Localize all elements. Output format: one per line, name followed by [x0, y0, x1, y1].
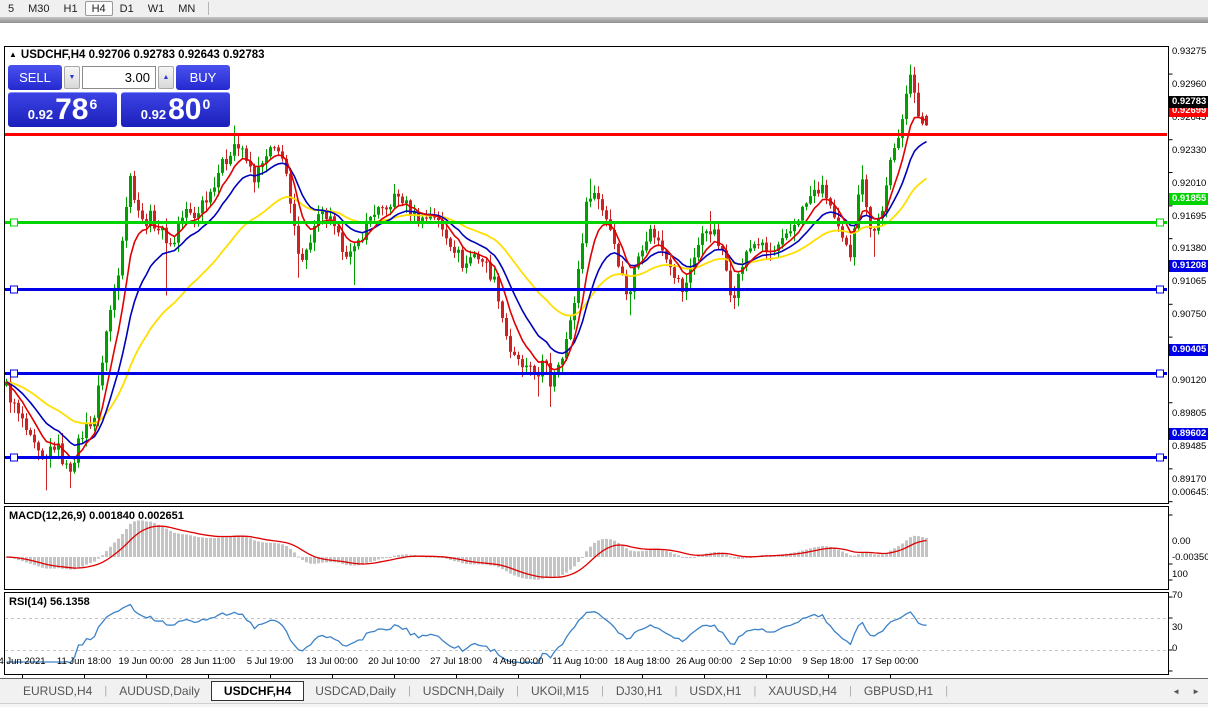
chevron-up-icon: ▲	[162, 74, 170, 81]
tab-separator: |	[407, 685, 411, 697]
buy-button[interactable]: BUY	[176, 65, 230, 90]
sell-price-main: 78	[55, 93, 89, 126]
volume-input[interactable]: 3.00	[82, 66, 156, 89]
tab-separator: |	[848, 685, 852, 697]
tab-separator: |	[601, 685, 604, 697]
tab-eurusd-h4[interactable]: EURUSD,H4	[12, 681, 103, 701]
chevron-down-icon: ▼	[68, 74, 76, 81]
time-axis-label: 28 Jun 11:00	[180, 656, 236, 667]
macd-indicator-label: MACD(12,26,9) 0.001840 0.002651	[9, 510, 184, 522]
chart-title: ▲ USDCHF,H4 0.92706 0.92783 0.92643 0.927…	[9, 49, 265, 61]
toolbar-separator	[208, 2, 210, 15]
chart-title-text: USDCHF,H4 0.92706 0.92783 0.92643 0.9278…	[20, 49, 265, 61]
window-expand-icon: ▲	[9, 50, 17, 59]
price-tick-label: 0.91065	[1172, 276, 1207, 288]
sell-price-display[interactable]: 0.92 78 6	[8, 92, 117, 127]
chart-tabs-bar: EURUSD,H4 | AUDUSD,Daily USDCHF,H4 USDCAD,Da…	[0, 678, 1208, 703]
status-strip	[0, 703, 1208, 707]
tf-button-w1[interactable]: W1	[141, 1, 172, 16]
time-axis-label: 11 Aug 10:00	[552, 656, 608, 667]
time-axis-label: 18 Aug 18:00	[614, 656, 670, 667]
price-tick-label: 0.90750	[1172, 309, 1207, 321]
buy-price-main: 80	[168, 93, 202, 126]
macd-tick-label: -0.003507	[1172, 552, 1208, 563]
tab-separator: |	[674, 685, 678, 697]
one-click-trading-panel: SELL ▼ 3.00 ▲ BUY 0.92 78 6 0.92 80 0	[8, 65, 230, 127]
price-level-box: 0.89602	[1169, 427, 1208, 440]
time-axis-label: 5 Jul 19:00	[246, 656, 294, 667]
time-axis-label: 27 Jul 18:00	[430, 656, 482, 667]
rsi-indicator-label: RSI(14) 56.1358	[9, 596, 90, 608]
time-axis-label: 17 Sep 00:00	[861, 656, 919, 667]
tabs-scroll-right-icon[interactable]: ►	[1192, 687, 1200, 696]
price-level-box: 0.91855	[1169, 193, 1208, 205]
tab-audusd-daily[interactable]: AUDUSD,Daily	[108, 681, 211, 701]
tf-button-h1[interactable]: H1	[57, 1, 85, 16]
tab-usdx-h1[interactable]: USDX,H1	[678, 681, 752, 701]
chart-area[interactable]: ▲ USDCHF,H4 0.92706 0.92783 0.92643 0.927…	[0, 23, 1208, 679]
price-tick-label: 0.89485	[1172, 440, 1207, 452]
sell-button[interactable]: SELL	[8, 65, 62, 90]
tab-xauusd-h4[interactable]: XAUUSD,H4	[757, 681, 848, 701]
price-tick-label: 0.89170	[1172, 473, 1207, 485]
price-level-box: 0.92783	[1169, 96, 1208, 109]
tab-gbpusd-h1[interactable]: GBPUSD,H1	[853, 681, 944, 701]
time-axis-label: 11 Jun 18:00	[56, 656, 112, 667]
tabs-scroll-left-icon[interactable]: ◄	[1172, 687, 1180, 696]
price-level-box: 0.90405	[1169, 344, 1208, 357]
tf-button-m30[interactable]: M30	[21, 1, 56, 16]
tab-dj30-h1[interactable]: DJ30,H1	[605, 681, 674, 701]
price-tick-label: 0.89805	[1172, 407, 1207, 419]
sell-price-pip: 6	[89, 96, 98, 112]
rsi-tick-label: 70	[1172, 590, 1183, 601]
price-tick-label: 0.91695	[1172, 210, 1207, 222]
time-axis-label: 2 Sep 10:00	[740, 656, 792, 667]
tf-button-5[interactable]: 5	[1, 1, 21, 16]
time-axis-label: 19 Jun 00:00	[118, 656, 174, 667]
tab-separator: |	[104, 685, 108, 697]
tab-separator: |	[945, 685, 949, 697]
macd-tick-label: 0.006451	[1172, 487, 1208, 498]
tf-button-d1[interactable]: D1	[113, 1, 141, 16]
sell-price-prefix: 0.92	[27, 107, 54, 122]
time-axis-label: 20 Jul 10:00	[368, 656, 420, 667]
price-tick-label: 0.93275	[1172, 46, 1207, 58]
macd-tick-label: 0.00	[1172, 536, 1191, 547]
volume-increase-button[interactable]: ▲	[158, 66, 174, 89]
price-tick-label: 0.91380	[1172, 243, 1207, 255]
tab-usdchf-h4[interactable]: USDCHF,H4	[210, 681, 305, 701]
tab-usdcad-daily[interactable]: USDCAD,Daily	[304, 681, 407, 701]
mt4-window: 5 M30 H1 H4 D1 W1 MN ▲ USDCHF,H4 0.92706 0.9278…	[0, 0, 1208, 707]
tab-separator: |	[753, 685, 757, 697]
tab-usdcnh-daily[interactable]: USDCNH,Daily	[412, 681, 515, 701]
rsi-tick-label: 0	[1172, 643, 1178, 654]
buy-price-prefix: 0.92	[140, 107, 167, 122]
price-tick-label: 0.92010	[1172, 177, 1207, 189]
tf-button-h4[interactable]: H4	[84, 1, 113, 16]
time-axis-label: 13 Jul 00:00	[306, 656, 358, 667]
rsi-tick-label: 30	[1172, 622, 1183, 633]
time-axis-label: 9 Sep 18:00	[802, 656, 854, 667]
rsi-tick-label: 100	[1172, 569, 1188, 580]
time-axis-label: 4 Aug 00:00	[492, 656, 544, 667]
time-axis-label: 4 Jun 2021	[0, 656, 46, 667]
time-axis-label: 26 Aug 00:00	[676, 656, 732, 667]
buy-price-display[interactable]: 0.92 80 0	[121, 92, 230, 127]
buy-price-pip: 0	[202, 96, 211, 112]
tab-ukoil-m15[interactable]: UKOil,M15	[520, 681, 600, 701]
tf-button-mn[interactable]: MN	[171, 1, 202, 16]
price-tick-label: 0.90120	[1172, 374, 1207, 386]
volume-decrease-button[interactable]: ▼	[64, 66, 80, 89]
price-tick-label: 0.92330	[1172, 144, 1207, 156]
tab-separator: |	[516, 685, 519, 697]
price-level-box: 0.91208	[1169, 260, 1208, 273]
timeframe-toolbar: 5 M30 H1 H4 D1 W1 MN	[0, 0, 1208, 17]
price-tick-label: 0.92960	[1172, 78, 1207, 90]
